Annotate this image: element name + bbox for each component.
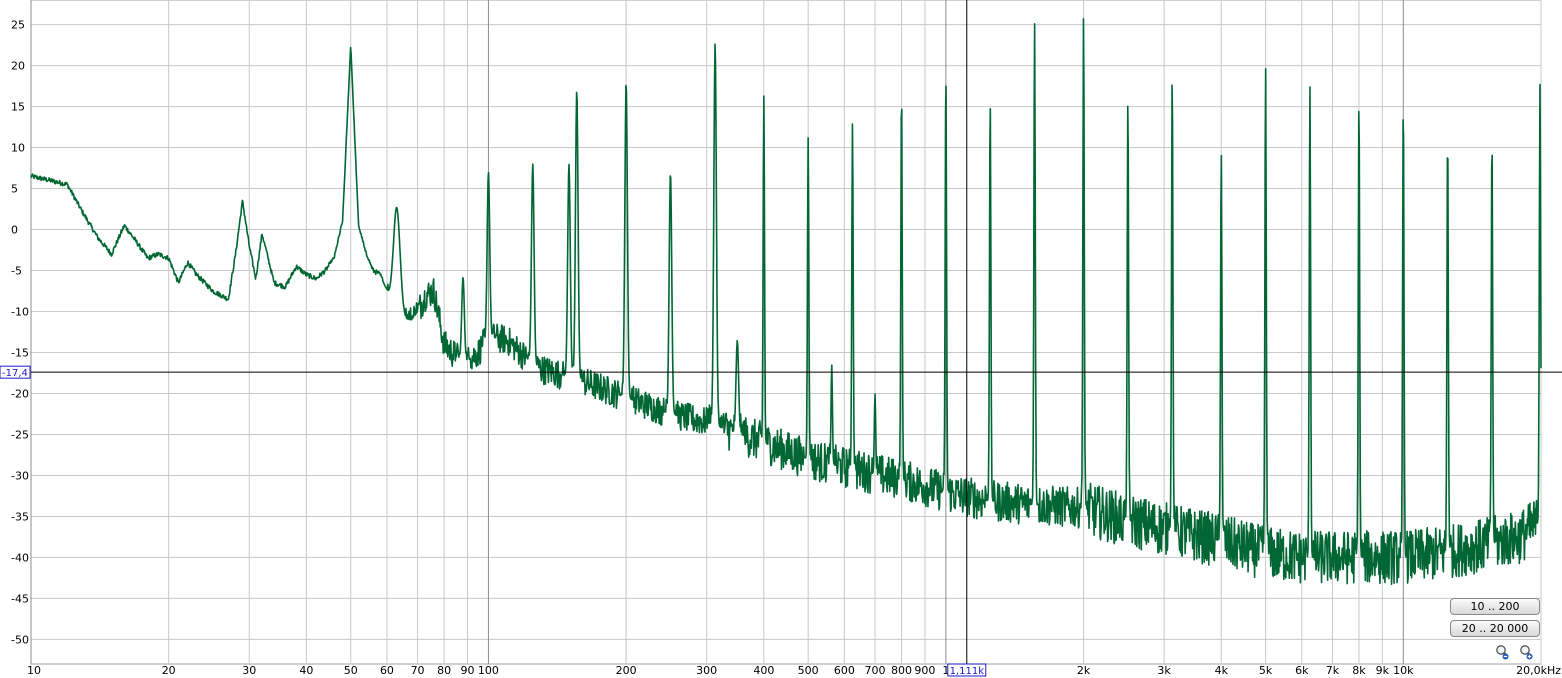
x-tick-label: 40 xyxy=(299,664,313,677)
y-tick-label: -40 xyxy=(11,551,29,564)
x-tick-label: 70 xyxy=(411,664,425,677)
y-tick-label: -25 xyxy=(11,428,29,441)
x-tick-label: 200 xyxy=(616,664,637,677)
y-tick-label: -35 xyxy=(11,510,29,523)
y-tick-label: -50 xyxy=(11,633,29,646)
x-tick-label: 2k xyxy=(1077,664,1091,677)
x-tick-label: 10k xyxy=(1393,664,1414,677)
spectrum-analyzer: 25 20 15 10 5 0 -5 -10 -15 -20 -25 -30 -35 -40 -45 -50 … xyxy=(0,0,1562,678)
y-tick-label: 10 xyxy=(11,142,25,155)
y-tick-label: -5 xyxy=(11,265,22,278)
y-tick-label: -20 xyxy=(11,387,29,400)
x-tick-label: 300 xyxy=(696,664,717,677)
x-axis-labels: 10 20 30 40 50 60 70 80 90 100 200 300 400 500 600 700 8… xyxy=(27,664,1561,677)
x-tick-label: 90 xyxy=(461,664,475,677)
x-tick-label: 10 xyxy=(27,664,41,677)
cursor-y-label: -17,4 xyxy=(2,368,28,379)
spectrum-chart[interactable]: 2520151050-5-10-15-20-25-30-35-40-45-50 … xyxy=(0,0,1562,678)
y-tick-label: -30 xyxy=(11,469,29,482)
plot-frame xyxy=(30,0,1542,665)
x-tick-label: 500 xyxy=(798,664,819,677)
y-tick-label: 0 xyxy=(11,224,18,237)
x-tick-label: 6k xyxy=(1295,664,1309,677)
y-tick-label: -10 xyxy=(11,306,29,319)
x-tick-label: 60 xyxy=(380,664,394,677)
x-tick-label: 20,0kHz xyxy=(1516,664,1561,677)
x-tick-label: 700 xyxy=(865,664,886,677)
y-tick-label: 25 xyxy=(11,19,25,32)
x-tick-label: 900 xyxy=(914,664,935,677)
x-tick-label: 4k xyxy=(1215,664,1229,677)
zoom-out-icon[interactable] xyxy=(1495,644,1511,660)
x-tick-label: 7k xyxy=(1326,664,1340,677)
y-tick-label: 20 xyxy=(11,60,25,73)
y-tick-label: 15 xyxy=(11,101,25,114)
x-tick-label: 30 xyxy=(242,664,256,677)
range-20-20000-button[interactable]: 20 .. 20 000 xyxy=(1450,620,1540,637)
x-tick-label: 100 xyxy=(478,664,499,677)
cursor-x-readout: 1,111k xyxy=(947,663,987,677)
x-tick-label: 600 xyxy=(834,664,855,677)
range-10-200-button[interactable]: 10 .. 200 xyxy=(1450,598,1540,615)
x-tick-label: 20 xyxy=(162,664,176,677)
y-tick-label: 5 xyxy=(11,183,18,196)
x-tick-label: 50 xyxy=(344,664,358,677)
x-tick-label: 80 xyxy=(437,664,451,677)
x-tick-label: 400 xyxy=(753,664,774,677)
grid-lines xyxy=(30,0,1542,665)
y-axis-labels: 25 20 15 10 5 0 -5 -10 -15 -20 -25 -30 -35 -40 -45 -50 xyxy=(11,19,29,647)
x-tick-label: 3k xyxy=(1157,664,1171,677)
x-tick-label: 800 xyxy=(891,664,912,677)
cursor-x-label: 1,111k xyxy=(950,666,985,677)
cursor-y-readout: -17,4 xyxy=(0,365,31,379)
x-tick-label: 8k xyxy=(1352,664,1366,677)
y-tick-label: -45 xyxy=(11,592,29,605)
x-tick-label: 9k xyxy=(1376,664,1390,677)
x-tick-label: 5k xyxy=(1259,664,1273,677)
zoom-in-icon[interactable] xyxy=(1519,644,1535,660)
y-tick-label: -15 xyxy=(11,346,29,359)
